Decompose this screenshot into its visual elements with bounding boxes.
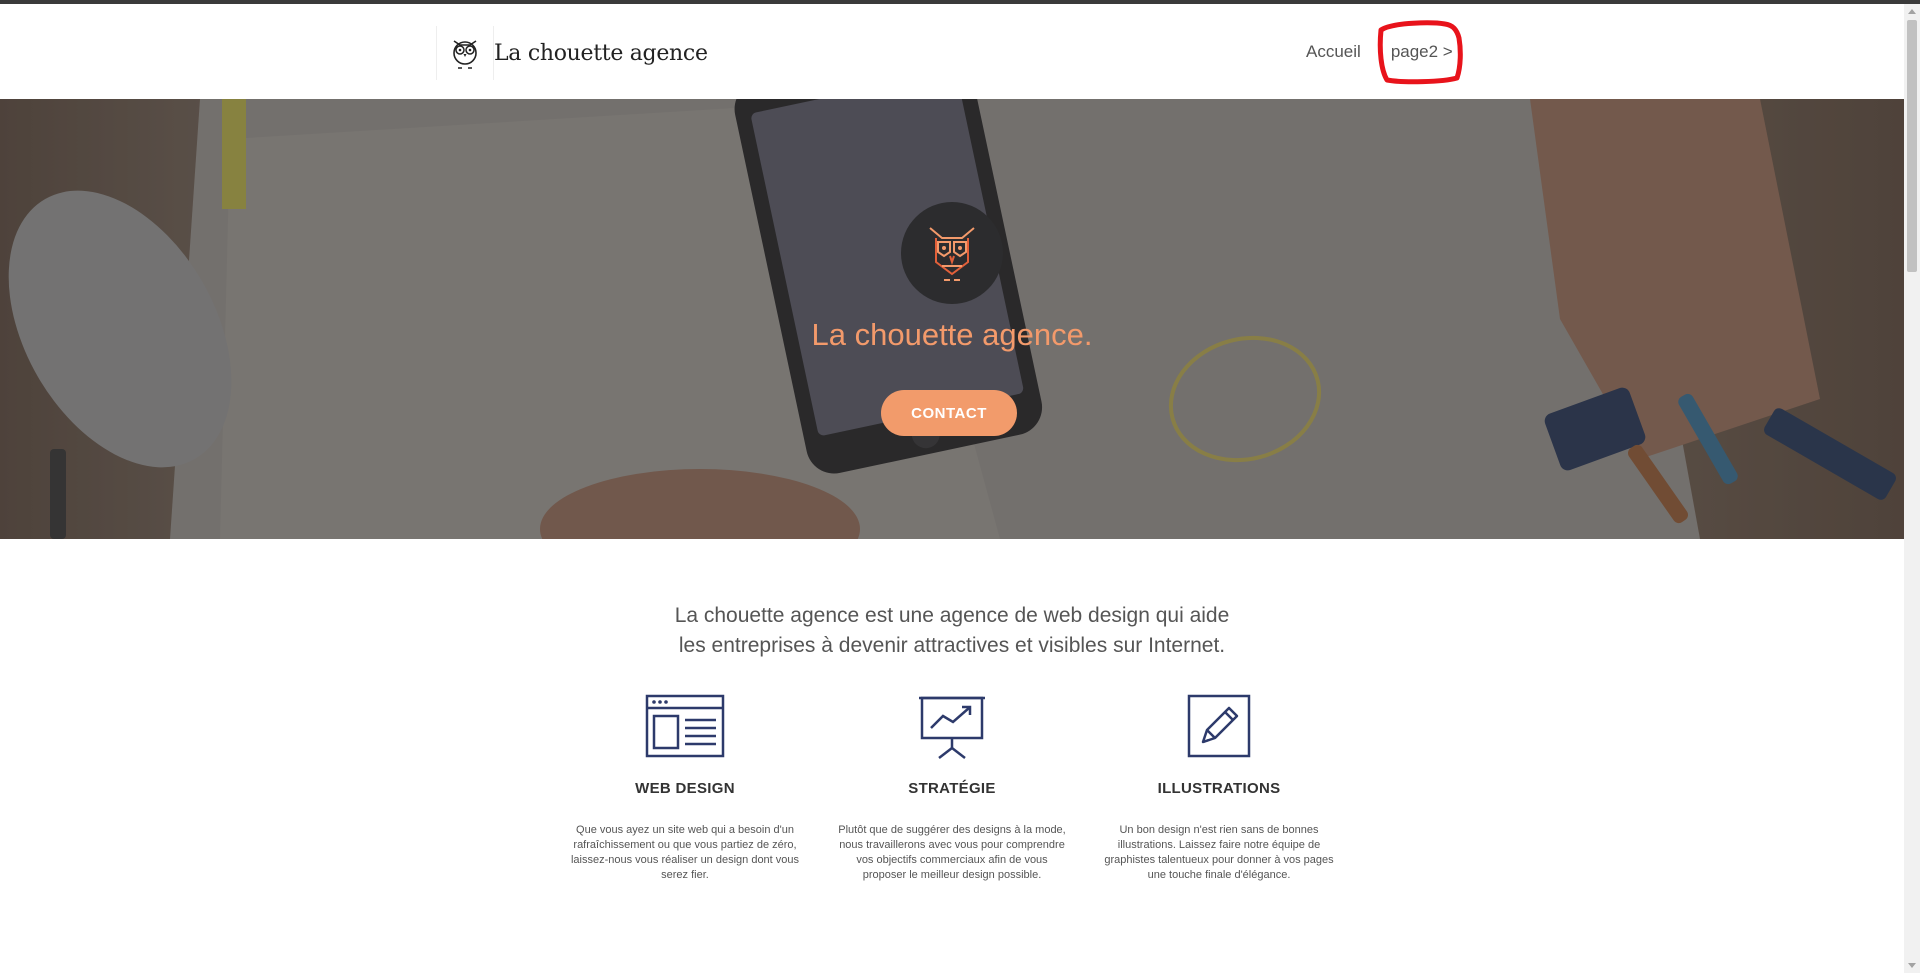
owl-logo-icon [436,26,494,80]
contact-button[interactable]: CONTACT [881,390,1017,436]
site-header: La chouette agence Accueil page2 > [0,4,1904,99]
feature-title: WEB DESIGN [635,780,735,797]
feature-desc-line: illustrations. Laissez faire notre équip… [1117,839,1321,851]
feature-description: Que vous ayez un site web qui a besoin d… [569,823,801,883]
intro-line-1: La chouette agence est une agence de web… [674,604,1230,627]
feature-desc-line: serez fier. [661,869,709,881]
web-layout-icon [565,694,805,764]
scrollbar-thumb[interactable] [1907,20,1917,272]
feature-desc-line: graphistes talentueux pour donner à vos … [1104,854,1334,866]
feature-desc-line: proposer le meilleur design possible. [862,869,1042,881]
brand-name: La chouette agence [494,40,708,66]
hero-banner: La chouette agence. CONTACT [0,99,1904,539]
scroll-up-arrow-icon[interactable] [1908,9,1916,14]
feature-desc-line: une touche finale d'élégance. [1147,869,1291,881]
feature-desc-line: Un bon design n'est rien sans de bonnes [1119,824,1319,836]
feature-description: Un bon design n'est rien sans de bonnes … [1103,823,1335,883]
brand-logo[interactable]: La chouette agence [436,24,708,82]
feature-desc-line: Que vous ayez un site web qui a besoin d… [576,824,794,836]
page: La chouette agence Accueil page2 > La ch… [0,4,1904,973]
feature-title: STRATÉGIE [908,780,996,797]
feature-illustrations: ILLUSTRATIONS Un bon design n'est rien s… [1099,694,1339,883]
feature-desc-line: nous travaillerons avec vous pour compre… [839,839,1065,851]
feature-title: ILLUSTRATIONS [1157,780,1281,797]
feature-desc-line: Plutôt que de suggérer des designs à la … [838,824,1066,836]
intro-line-2: les entreprises à devenir attractives et… [678,634,1226,657]
intro-text: La chouette agence est une agence de web… [600,601,1304,661]
nav-link-page2[interactable]: page2 > [1391,42,1453,62]
feature-desc-line: rafraîchissement ou que vous partiez de … [573,839,797,851]
feature-strategie: STRATÉGIE Plutôt que de suggérer des des… [832,694,1072,883]
nav-link-accueil[interactable]: Accueil [1306,42,1361,62]
feature-description: Plutôt que de suggérer des designs à la … [836,823,1068,883]
hero-title: La chouette agence. [811,317,1093,352]
feature-desc-line: laissez-nous vous réaliser un design don… [570,854,800,866]
feature-desc-line: vos objectifs commerciaux afin de vous [856,854,1048,866]
vertical-scrollbar[interactable] [1904,4,1920,973]
scroll-down-arrow-icon[interactable] [1908,963,1916,968]
presentation-chart-icon [832,694,1072,764]
pencil-icon [1099,694,1339,764]
main-nav: Accueil page2 > [1306,42,1453,62]
hero-owl-icon [901,202,1003,304]
feature-web-design: WEB DESIGN Que vous ayez un site web qui… [565,694,805,883]
